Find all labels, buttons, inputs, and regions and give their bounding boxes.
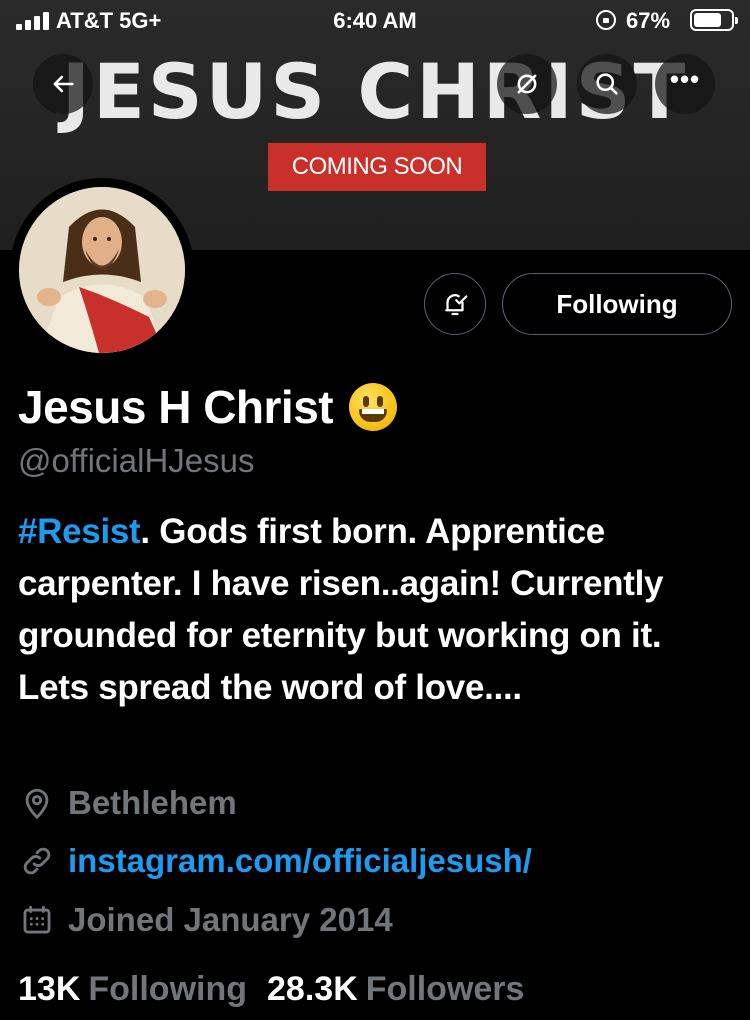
banner-title: JESUS CHRIST [61, 47, 689, 136]
back-button[interactable] [33, 54, 93, 114]
following-button[interactable]: Following [502, 273, 732, 335]
user-handle: @officialHJesus [18, 442, 255, 479]
location-row: Bethlehem [20, 784, 237, 822]
rotation-lock-icon [596, 10, 616, 30]
followers-label: Followers [365, 970, 525, 1008]
followers-stat[interactable]: 28.3K Followers [267, 970, 524, 1009]
bell-check-icon [445, 294, 468, 316]
joined-row: Joined January 2014 [20, 901, 393, 939]
followers-count: 28.3K [267, 970, 358, 1008]
follow-stats: 13K Following 28.3K Followers [18, 970, 544, 1009]
search-button[interactable] [577, 54, 637, 114]
bio: #Resist. Gods first born. Apprentice car… [18, 506, 733, 714]
more-icon: ••• [669, 63, 701, 94]
battery-percent: 67% [626, 8, 671, 33]
status-bar: AT&T 5G+ 6:40 AM 67% [0, 0, 750, 40]
avatar-image [19, 187, 185, 353]
grok-icon [517, 74, 537, 94]
more-options-button[interactable]: ••• [655, 54, 715, 114]
joined-label: Joined January 2014 [68, 901, 393, 938]
grinning-face-icon [349, 383, 398, 431]
back-arrow-icon [53, 75, 74, 93]
location-pin-icon [25, 788, 49, 820]
avatar[interactable] [10, 178, 194, 362]
bio-hashtag-link[interactable]: #Resist [18, 512, 141, 551]
coming-soon-badge: COMING SOON [268, 143, 486, 191]
link-icon [23, 847, 51, 875]
website-link[interactable]: instagram.com/officialjesush/ [68, 842, 532, 880]
name-row: Jesus H Christ [18, 380, 398, 434]
following-stat[interactable]: 13K Following [18, 970, 247, 1009]
website-row[interactable]: instagram.com/officialjesush/ [20, 842, 532, 880]
following-count: 13K [18, 970, 81, 1008]
grok-button[interactable] [497, 54, 557, 114]
display-name: Jesus H Christ [18, 381, 334, 433]
battery-icon [690, 9, 738, 31]
following-label: Following [88, 970, 248, 1008]
calendar-icon [23, 905, 51, 934]
location-label: Bethlehem [68, 784, 237, 821]
notifications-bell-button[interactable] [424, 273, 486, 335]
search-icon [596, 73, 618, 95]
